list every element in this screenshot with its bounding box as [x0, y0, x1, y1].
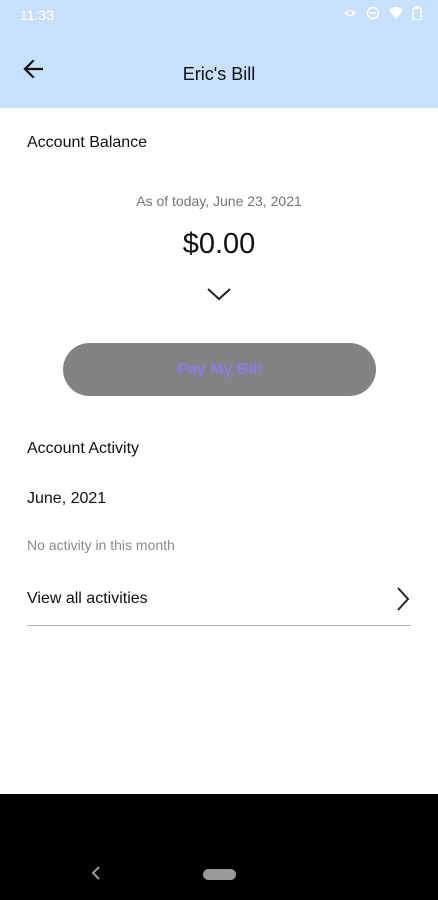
- account-balance-heading: Account Balance: [27, 134, 148, 151]
- eye-icon: [343, 6, 357, 20]
- expand-balance-button[interactable]: [205, 285, 233, 303]
- app-bar: Eric's Bill: [0, 30, 438, 108]
- system-navigation-bar: [0, 794, 438, 900]
- home-pill-icon[interactable]: [203, 869, 236, 880]
- status-bar: 11:33: [0, 0, 438, 30]
- chevron-down-icon: [207, 288, 231, 301]
- status-icons: [343, 6, 426, 21]
- balance-amount: $0.00: [182, 228, 256, 260]
- balance-date: As of today, June 23, 2021: [136, 193, 302, 209]
- nav-back-icon[interactable]: [90, 866, 102, 880]
- empty-activity-message: No activity in this month: [27, 537, 175, 553]
- do-not-disturb-icon: [366, 6, 380, 20]
- battery-icon: [412, 6, 426, 21]
- view-all-activities-label: View all activities: [27, 590, 148, 607]
- pay-my-bill-button[interactable]: Pay My Bill: [63, 343, 376, 396]
- wifi-icon: [389, 6, 403, 20]
- view-all-activities-row[interactable]: View all activities: [27, 575, 411, 626]
- activity-month: June, 2021: [27, 490, 107, 507]
- status-time: 11:33: [20, 7, 54, 23]
- account-activity-heading: Account Activity: [27, 440, 140, 457]
- chevron-right-icon: [397, 587, 410, 611]
- page-title: Eric's Bill: [182, 64, 256, 84]
